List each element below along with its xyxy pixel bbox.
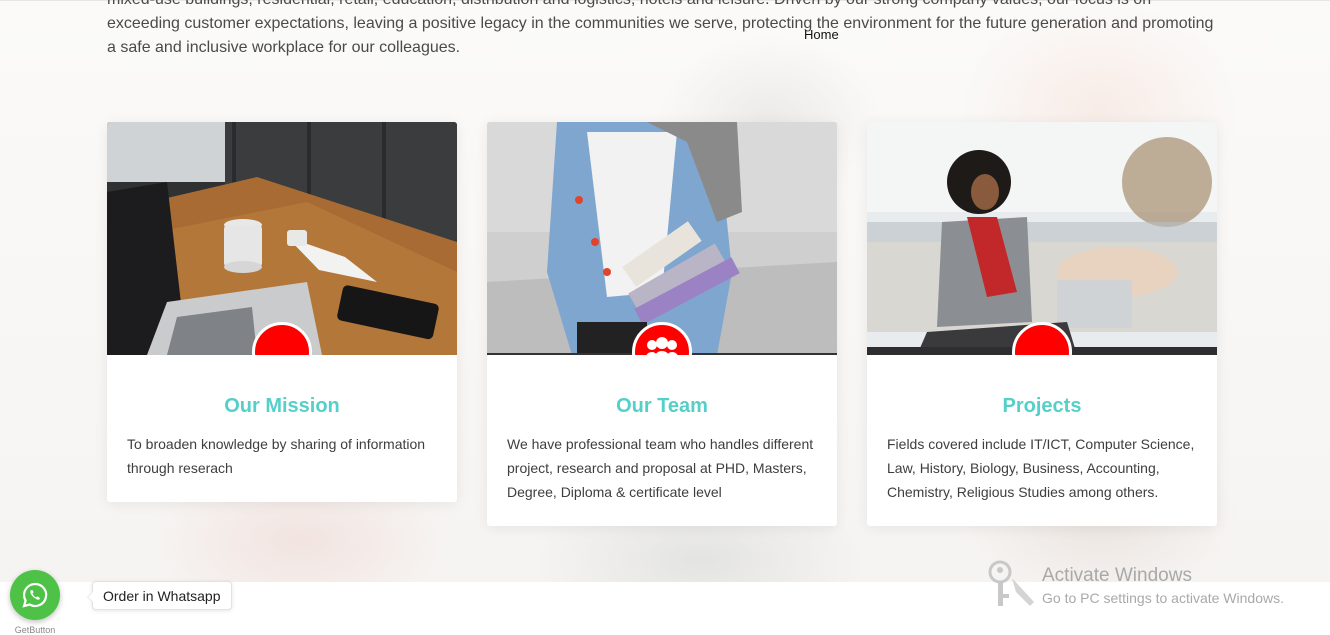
- whatsapp-icon: [22, 582, 48, 608]
- activate-windows-title: Activate Windows: [1042, 565, 1192, 586]
- whatsapp-button[interactable]: [10, 570, 60, 620]
- nav-home-link[interactable]: Home: [804, 27, 839, 42]
- card-our-mission: Our Mission To broaden knowledge by shar…: [107, 122, 457, 502]
- getbutton-caption: GetButton: [14, 625, 56, 635]
- card-title: Our Team: [616, 395, 708, 417]
- users-icon: [646, 337, 678, 355]
- card-description: We have professional team who handles di…: [507, 436, 814, 500]
- card-projects: Projects Fields covered include IT/ICT, …: [867, 122, 1217, 526]
- activate-windows-subtitle: Go to PC settings to activate Windows.: [1042, 590, 1284, 606]
- card-description: To broaden knowledge by sharing of infor…: [127, 436, 426, 476]
- student-holding-books-photo: [487, 122, 837, 355]
- card-title: Projects: [1002, 395, 1082, 417]
- laptop-coffee-desk-photo: [107, 122, 457, 355]
- card-title: Our Mission: [224, 395, 340, 417]
- card-description: Fields covered include IT/ICT, Computer …: [887, 436, 1195, 500]
- key-icon: [988, 560, 1034, 606]
- whatsapp-order-tooltip[interactable]: Order in Whatsapp: [87, 581, 232, 610]
- woman-with-laptop-cafe-photo: [867, 122, 1217, 355]
- card-our-team: Our Team We have professional team who h…: [487, 122, 837, 526]
- intro-paragraph: mixed-use buildings, residential, retail…: [107, 0, 1214, 56]
